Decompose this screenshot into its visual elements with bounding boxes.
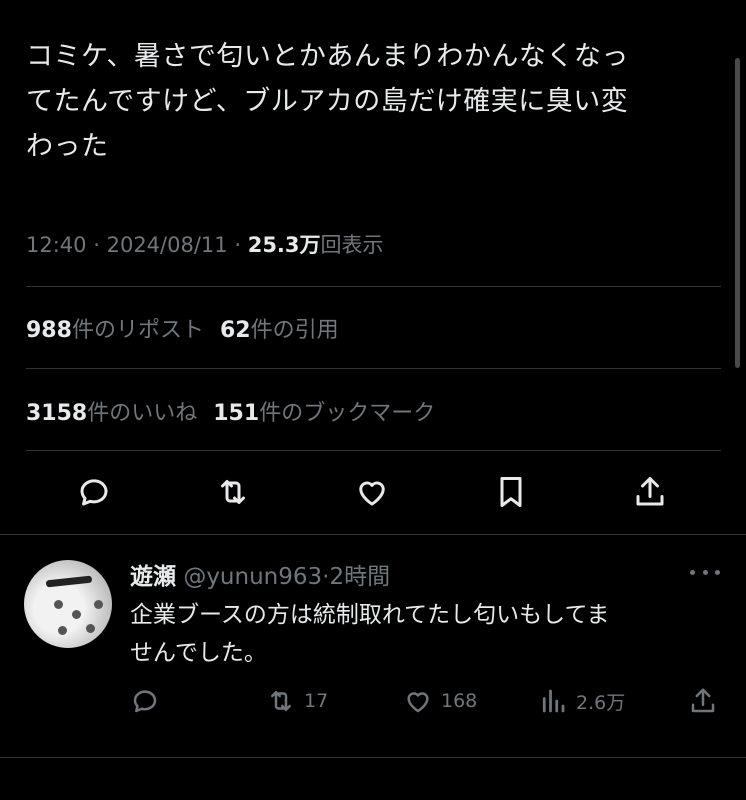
bookmarks-label: 件のブックマーク bbox=[259, 401, 436, 426]
reply-author-handle[interactable]: @yunun963 bbox=[183, 564, 322, 590]
divider bbox=[26, 368, 721, 369]
quotes-label: 件の引用 bbox=[250, 318, 339, 343]
quotes-stat[interactable]: 62件の引用 bbox=[220, 318, 339, 343]
bookmarks-count: 151 bbox=[213, 401, 260, 426]
tweet-date[interactable]: 2024/08/11 bbox=[107, 233, 228, 257]
bookmarks-stat[interactable]: 151件のブックマーク bbox=[213, 401, 435, 426]
reply-repost-button[interactable]: 17 bbox=[266, 684, 328, 718]
likes-count: 3158 bbox=[26, 401, 88, 426]
reply-icon bbox=[133, 690, 157, 713]
reposts-count: 988 bbox=[26, 318, 72, 343]
reply-time[interactable]: 2時間 bbox=[329, 564, 390, 590]
reply-button[interactable] bbox=[74, 472, 114, 512]
bottom-divider bbox=[0, 757, 746, 758]
stats-row-likes: 3158件のいいね 151件のブックマーク bbox=[26, 395, 435, 427]
meta-separator: · bbox=[93, 233, 100, 257]
reply-separator bbox=[0, 534, 746, 535]
reply-icon bbox=[80, 479, 108, 506]
more-options-button[interactable] bbox=[690, 560, 720, 584]
reply-views-button[interactable]: 2.6万 bbox=[538, 684, 625, 718]
reply-views-count: 2.6万 bbox=[576, 691, 626, 714]
like-icon bbox=[359, 481, 385, 506]
reply-like-button[interactable]: 168 bbox=[403, 684, 477, 718]
reply-repost-count: 17 bbox=[304, 690, 329, 712]
tweet-time[interactable]: 12:40 bbox=[26, 233, 87, 257]
reply-share-button[interactable] bbox=[688, 684, 726, 718]
reply-header: 遊瀬 @yunun963·2時間 bbox=[130, 557, 390, 591]
reply-reply-button[interactable] bbox=[130, 684, 168, 718]
reply-text: 企業ブースの方は統制取れてたし匂いもしてま せんでした。 bbox=[130, 602, 610, 666]
meta-separator: · bbox=[234, 233, 242, 257]
stats-row-reposts: 988件のリポスト 62件の引用 bbox=[26, 312, 339, 344]
repost-button[interactable] bbox=[213, 472, 253, 512]
reply-action-bar: 17 168 2.6万 bbox=[0, 684, 746, 718]
share-icon bbox=[636, 477, 664, 506]
reply-author-name[interactable]: 遊瀬 bbox=[130, 564, 176, 590]
repost-icon bbox=[271, 691, 291, 711]
likes-stat[interactable]: 3158件のいいね bbox=[26, 401, 197, 426]
tweet-views-label: 回表示 bbox=[320, 233, 384, 257]
share-button[interactable] bbox=[630, 472, 670, 512]
views-icon bbox=[542, 689, 565, 713]
like-button[interactable] bbox=[352, 472, 392, 512]
repost-icon bbox=[221, 480, 245, 504]
tweet-views-count[interactable]: 25.3万 bbox=[248, 233, 321, 257]
more-icon bbox=[690, 569, 695, 575]
bookmark-button[interactable] bbox=[491, 472, 531, 512]
reposts-stat[interactable]: 988件のリポスト bbox=[26, 318, 204, 343]
quotes-count: 62 bbox=[219, 318, 251, 343]
tweet-meta: 12:40 · 2024/08/11 · 25.3万回表示 bbox=[26, 229, 384, 259]
avatar[interactable] bbox=[24, 560, 112, 648]
divider bbox=[26, 450, 721, 451]
divider bbox=[26, 286, 721, 287]
likes-label: 件のいいね bbox=[87, 401, 198, 426]
reposts-label: 件のリポスト bbox=[71, 318, 204, 343]
bookmark-icon bbox=[500, 477, 522, 507]
reply-like-count: 168 bbox=[441, 690, 478, 712]
like-icon bbox=[407, 692, 429, 713]
share-icon bbox=[691, 688, 715, 713]
tweet-action-bar bbox=[0, 472, 746, 514]
scrollbar[interactable] bbox=[735, 58, 740, 368]
tweet-text: コミケ、暑さで匂いとかあんまりわかんなくなっ てたんですけど、ブルアカの島だけ確… bbox=[26, 41, 629, 162]
